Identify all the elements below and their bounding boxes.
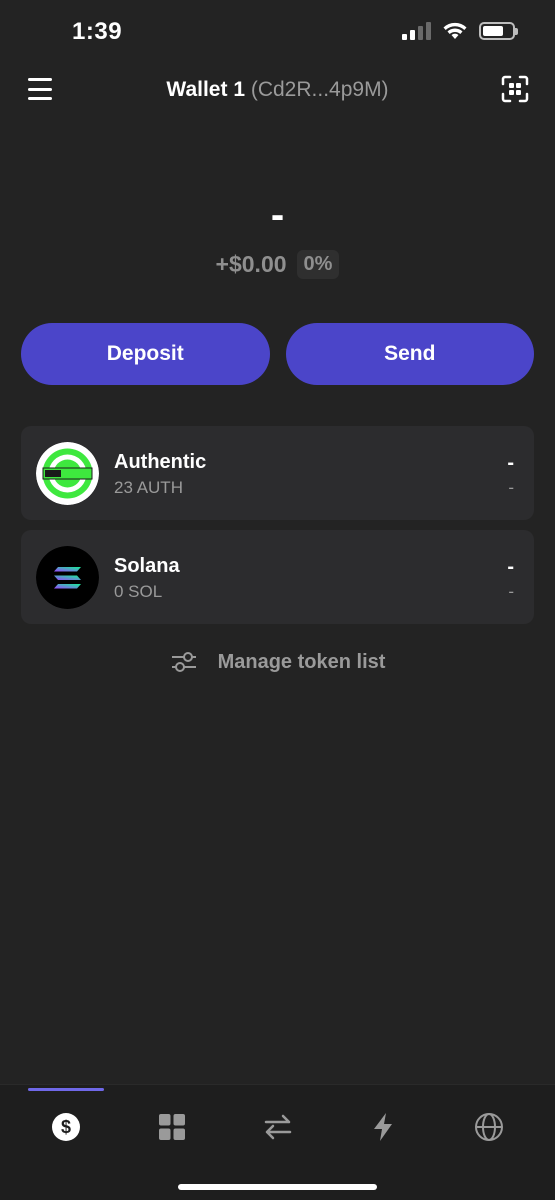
tab-activity[interactable] bbox=[363, 1107, 403, 1147]
battery-icon bbox=[479, 22, 518, 40]
token-row-authentic[interactable]: Authentic 23 AUTH - - bbox=[21, 426, 534, 520]
send-button[interactable]: Send bbox=[285, 323, 534, 385]
grid-icon bbox=[159, 1114, 185, 1140]
wallet-name: Wallet 1 bbox=[166, 78, 245, 101]
tab-collectibles[interactable] bbox=[152, 1107, 192, 1147]
status-bar: 1:39 bbox=[0, 0, 555, 66]
total-balance: - bbox=[0, 195, 555, 235]
token-change: - bbox=[508, 478, 514, 497]
token-value: - bbox=[507, 556, 514, 578]
token-amount: 0 SOL bbox=[114, 582, 163, 601]
wifi-icon bbox=[443, 22, 467, 39]
token-name: Authentic bbox=[114, 451, 207, 473]
active-tab-indicator bbox=[28, 1088, 104, 1091]
change-percent-badge: 0% bbox=[296, 250, 340, 279]
header: Wallet 1 (Cd2R...4p9M) bbox=[0, 66, 555, 116]
action-buttons: Deposit Send bbox=[21, 323, 534, 385]
globe-icon bbox=[475, 1113, 503, 1141]
status-icons bbox=[402, 22, 518, 40]
token-list: Authentic 23 AUTH - - Solana 0 SOL - - bbox=[21, 426, 534, 634]
token-change: - bbox=[508, 582, 514, 601]
change-amount: +$0.00 bbox=[215, 251, 287, 277]
home-indicator bbox=[178, 1184, 377, 1190]
bottom-tab-bar: $ bbox=[0, 1084, 555, 1200]
tab-wallet[interactable]: $ bbox=[46, 1107, 86, 1147]
token-amount: 23 AUTH bbox=[114, 478, 183, 497]
manage-token-list-label: Manage token list bbox=[217, 650, 386, 673]
svg-text:$: $ bbox=[61, 1117, 71, 1137]
token-name: Solana bbox=[114, 555, 180, 577]
authentic-logo-icon bbox=[36, 442, 99, 505]
deposit-button[interactable]: Deposit bbox=[21, 323, 270, 385]
balance-change: +$0.00 0% bbox=[0, 250, 555, 279]
tab-swap[interactable] bbox=[258, 1107, 298, 1147]
lightning-icon bbox=[374, 1113, 392, 1141]
token-value: - bbox=[507, 452, 514, 474]
balance-value: - bbox=[270, 193, 285, 237]
status-time: 1:39 bbox=[72, 18, 123, 45]
manage-token-list-button[interactable]: Manage token list bbox=[0, 650, 555, 674]
sliders-icon bbox=[171, 652, 196, 672]
swap-icon bbox=[264, 1114, 292, 1140]
wallet-selector[interactable]: Wallet 1 (Cd2R...4p9M) bbox=[0, 78, 555, 102]
wallet-address: (Cd2R...4p9M) bbox=[250, 78, 389, 101]
dollar-icon: $ bbox=[52, 1113, 80, 1141]
cellular-signal-icon bbox=[402, 22, 431, 40]
solana-logo-icon bbox=[36, 546, 99, 609]
token-row-solana[interactable]: Solana 0 SOL - - bbox=[21, 530, 534, 624]
qr-scan-icon[interactable] bbox=[501, 75, 529, 103]
tab-browser[interactable] bbox=[469, 1107, 509, 1147]
